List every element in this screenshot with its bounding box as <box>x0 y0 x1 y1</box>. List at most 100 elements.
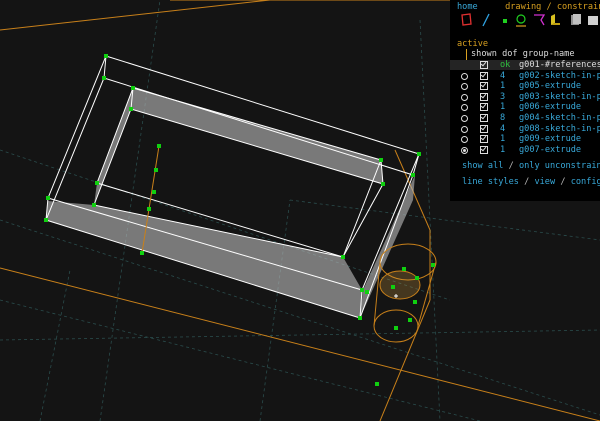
show-filter-bar: show all / only unconstrained <box>462 161 600 171</box>
sketch-point[interactable] <box>391 285 395 289</box>
view-link[interactable]: view <box>534 177 555 187</box>
shown-checkbox[interactable] <box>480 145 488 154</box>
col-dof: dof <box>502 49 518 59</box>
shown-checkbox[interactable] <box>480 103 488 112</box>
only-unconstrained-link[interactable]: only unconstrained <box>519 161 600 171</box>
shown-checkbox[interactable] <box>480 135 488 144</box>
line-icon[interactable] <box>479 12 493 28</box>
sketch-point[interactable] <box>379 158 383 162</box>
active-radio[interactable] <box>461 104 468 112</box>
breadcrumb: drawing / constraining <box>505 2 600 12</box>
dof-value: 1 <box>500 144 506 155</box>
panel-links: line styles / view / configure <box>462 177 600 187</box>
group-name[interactable]: g002-sketch-in-pl <box>519 71 600 81</box>
group-row[interactable]: 3 g003-sketch-in-pl <box>450 92 600 102</box>
dof-value: 4 <box>500 70 506 81</box>
shown-checkbox[interactable] <box>480 114 488 122</box>
solid-icon[interactable] <box>548 12 562 28</box>
active-radio[interactable] <box>461 83 468 91</box>
toolbar <box>456 12 600 28</box>
separator: / <box>503 161 519 171</box>
sketch-point[interactable] <box>102 76 106 80</box>
dof-value: 8 <box>500 113 506 123</box>
sketch-point[interactable] <box>95 181 99 185</box>
sketch-point[interactable] <box>358 316 362 320</box>
group-row[interactable]: 4 g008-sketch-in-pl <box>450 124 600 134</box>
separator: / <box>518 177 535 187</box>
group-columns-header: shown dof group-name <box>471 49 575 59</box>
group-name[interactable]: g001-#references <box>519 60 600 70</box>
sketch-point[interactable] <box>365 290 369 294</box>
dof-value: 3 <box>500 91 506 102</box>
sketch-point[interactable] <box>375 382 379 386</box>
shown-checkbox[interactable] <box>480 124 488 133</box>
panel-header: home drawing / constraining <box>457 2 600 12</box>
dof-value: 4 <box>500 123 506 134</box>
active-label: active <box>457 39 489 49</box>
group-name[interactable]: g005-extrude <box>519 81 581 91</box>
group-row[interactable]: 1 g005-extrude <box>450 81 600 91</box>
active-radio[interactable] <box>461 136 468 144</box>
workplane-icon[interactable] <box>460 12 474 28</box>
group-name[interactable]: g004-sketch-in-pl <box>519 113 600 123</box>
view-icon[interactable] <box>586 12 600 28</box>
group-row[interactable]: 4 g002-sketch-in-pl <box>450 71 600 81</box>
face-icon[interactable] <box>514 12 528 28</box>
dof-value: 1 <box>500 134 506 145</box>
dof-value: 1 <box>500 102 506 113</box>
sketch-point[interactable] <box>413 300 417 304</box>
sketch-point[interactable] <box>92 203 96 207</box>
sketch-point[interactable] <box>341 255 345 259</box>
group-row[interactable]: 1 g006-extrude <box>450 102 600 112</box>
group-name[interactable]: g007-extrude <box>519 145 581 155</box>
sketch-point[interactable] <box>104 54 108 58</box>
sketch-point[interactable] <box>44 218 48 222</box>
group-row[interactable]: 1 g007-extrude <box>450 145 600 155</box>
sketch-point[interactable] <box>140 251 144 255</box>
sketch-point[interactable] <box>394 326 398 330</box>
dof-value: ok <box>500 60 511 70</box>
sketch-point[interactable] <box>411 173 415 177</box>
line-styles-link[interactable]: line styles <box>462 177 519 187</box>
sketch-point[interactable] <box>402 267 406 271</box>
sketch-point[interactable] <box>431 263 435 267</box>
group-name[interactable]: g003-sketch-in-pl <box>519 92 600 102</box>
shown-checkbox[interactable] <box>480 82 488 91</box>
sketch-point[interactable] <box>157 144 161 148</box>
group-name[interactable]: g008-sketch-in-pl <box>519 124 600 134</box>
sketch-point[interactable] <box>46 196 50 200</box>
group-row[interactable]: 1 g009-extrude <box>450 134 600 144</box>
group-name[interactable]: g006-extrude <box>519 102 581 112</box>
sketch-point[interactable] <box>417 152 421 156</box>
show-all-link[interactable]: show all <box>462 161 503 171</box>
active-radio[interactable] <box>461 115 468 122</box>
sketch-point[interactable] <box>415 276 419 280</box>
separator: / <box>555 177 571 187</box>
active-radio[interactable] <box>461 146 468 154</box>
group-name[interactable]: g009-extrude <box>519 134 581 144</box>
shown-checkbox[interactable] <box>480 92 488 101</box>
active-radio[interactable] <box>461 125 468 133</box>
sketch-point[interactable] <box>152 190 156 194</box>
active-radio[interactable] <box>461 93 468 101</box>
sketch-point[interactable] <box>408 318 412 322</box>
constraint-icon[interactable] <box>532 12 546 28</box>
group-row[interactable]: 8 g004-sketch-in-pl <box>450 113 600 123</box>
shown-checkbox[interactable] <box>480 71 488 80</box>
group-row[interactable]: ok g001-#references <box>450 60 600 70</box>
sketch-point[interactable] <box>129 107 133 111</box>
sketch-point[interactable] <box>131 86 135 90</box>
col-group-name: group-name <box>522 49 575 59</box>
sketch-point[interactable] <box>154 168 158 172</box>
sketch-point[interactable] <box>381 182 385 186</box>
active-radio[interactable] <box>461 72 468 80</box>
point-icon[interactable] <box>498 12 512 28</box>
dof-value: 1 <box>500 81 506 92</box>
sketch-point[interactable] <box>147 207 151 211</box>
configure-link[interactable]: configure <box>571 177 600 187</box>
shown-checkbox[interactable] <box>480 61 488 69</box>
export-icon[interactable] <box>568 12 582 28</box>
home-link[interactable]: home <box>457 2 478 12</box>
property-browser: home drawing / constraining <box>450 0 600 201</box>
sketch-point[interactable] <box>360 288 364 292</box>
